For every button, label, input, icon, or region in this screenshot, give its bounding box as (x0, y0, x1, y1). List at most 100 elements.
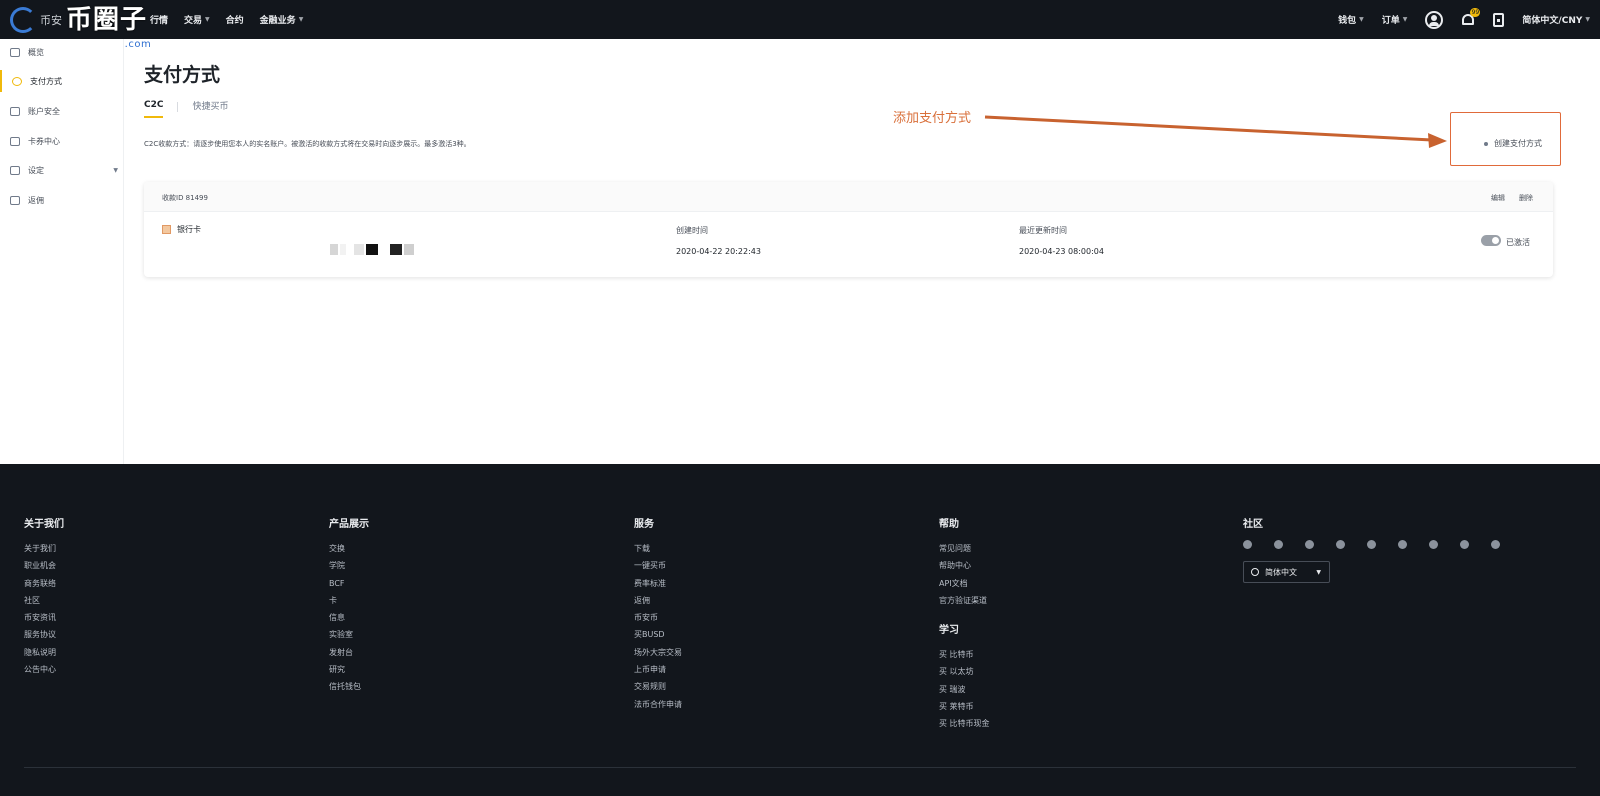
footer-link[interactable]: 买 比特币现金 (939, 715, 990, 732)
chevron-down-icon: ▼ (113, 166, 118, 174)
footer-link[interactable]: 信息 (329, 609, 369, 626)
create-payment-method-button[interactable]: 创建支付方式 (1484, 138, 1542, 149)
sidebar-item-referral[interactable]: 返佣 (0, 189, 124, 211)
footer-link[interactable]: 学院 (329, 557, 369, 574)
instagram-icon[interactable] (1398, 540, 1407, 549)
nav-language-currency[interactable]: 简体中文/CNY ▼ (1522, 13, 1590, 26)
nav-orders[interactable]: 订单 ▼ (1382, 13, 1408, 26)
footer-link[interactable]: 买 以太坊 (939, 663, 990, 680)
footer-products: 产品展示 交换 学院 BCF 卡 信息 实验室 发射台 研究 信托钱包 (329, 515, 369, 696)
nav-wallet[interactable]: 钱包 ▼ (1338, 13, 1364, 26)
tab-divider (177, 101, 179, 112)
chevron-down-icon: ▼ (1359, 16, 1364, 23)
weibo-icon[interactable] (1367, 540, 1376, 549)
footer-link[interactable]: 交易规则 (634, 678, 682, 695)
footer-link[interactable]: 研究 (329, 661, 369, 678)
footer-heading-learn: 学习 (939, 625, 959, 637)
footer-link[interactable]: 买 瑞波 (939, 681, 990, 698)
footer-link[interactable]: 帮助中心 (939, 557, 990, 574)
activation-status: 已激活 (1506, 238, 1530, 247)
footer-link[interactable]: 实验室 (329, 626, 369, 643)
footer-link[interactable]: 隐私说明 (24, 644, 64, 661)
activation-toggle[interactable] (1481, 235, 1501, 246)
footer-link[interactable]: 官方验证渠道 (939, 592, 990, 609)
nav-futures[interactable]: 合约 (226, 13, 244, 26)
footer-heading: 帮助 (939, 519, 959, 530)
footer-link[interactable]: 关于我们 (24, 540, 64, 557)
footer-link[interactable]: BCF (329, 575, 369, 592)
logo-watermark-text: 币圈子 (66, 5, 148, 35)
footer-link[interactable]: 商务联络 (24, 575, 64, 592)
footer-link[interactable]: 下载 (634, 540, 682, 557)
tab-quick-buy[interactable]: 快捷买币 (192, 99, 228, 118)
globe-icon (1251, 568, 1259, 576)
logo[interactable]: 币安 币圈子 (10, 2, 147, 38)
plus-icon (1484, 141, 1488, 146)
nav-orders-label: 订单 (1381, 16, 1400, 26)
chevron-down-icon: ▼ (298, 16, 304, 23)
footer-link[interactable]: 卡 (329, 592, 369, 609)
edit-button[interactable]: 编辑 (1491, 193, 1505, 203)
sidebar-item-settings[interactable]: 设定 ▼ (0, 159, 124, 181)
nav-market[interactable]: 行情 (150, 13, 168, 26)
chevron-down-icon: ▼ (1585, 16, 1590, 23)
language-label: 简体中文 (1265, 567, 1297, 577)
card-header: 收款ID 81499 编辑 删除 (144, 182, 1553, 212)
payment-method-card: 收款ID 81499 编辑 删除 银行卡 创建时间 2020-04-22 20:… (144, 182, 1553, 277)
footer-link[interactable]: 买 莱特币 (939, 698, 990, 715)
sidebar-item-payment[interactable]: 支付方式 (0, 70, 124, 92)
footer-link[interactable]: 公告中心 (24, 661, 64, 678)
footer-heading: 服务 (634, 519, 654, 530)
nav-trade[interactable]: 交易 ▼ (184, 13, 210, 26)
footer-link[interactable]: 法币合作申请 (634, 696, 682, 713)
footer-link[interactable]: 社区 (24, 592, 64, 609)
footer-link[interactable]: 服务协议 (24, 626, 64, 643)
tab-c2c[interactable]: C2C (144, 100, 164, 118)
footer-link[interactable]: 币安资讯 (24, 609, 64, 626)
footer-link[interactable]: API文档 (939, 575, 990, 592)
footer-link[interactable]: 费率标准 (634, 575, 682, 592)
youtube-icon[interactable] (1491, 540, 1500, 549)
telegram-icon[interactable] (1243, 540, 1252, 549)
chevron-down-icon: ▼ (1316, 568, 1321, 576)
download-app-icon[interactable] (1493, 12, 1505, 27)
payment-method-label: 银行卡 (177, 225, 201, 234)
sidebar-item-overview[interactable]: 概览 (0, 41, 124, 63)
bell-icon[interactable]: 99 (1461, 7, 1481, 28)
footer-link[interactable]: 信托钱包 (329, 678, 369, 695)
masked-block (366, 244, 378, 255)
facebook-icon[interactable] (1274, 540, 1283, 549)
footer-link[interactable]: 买 比特币 (939, 646, 990, 663)
sidebar: 概览 支付方式 账户安全 卡券中心 设定 ▼ 返佣 (0, 39, 124, 464)
footer-community: 社区 简体中文 ▼ (1243, 515, 1522, 583)
create-payment-method-label: 创建支付方式 (1494, 139, 1542, 148)
footer-link[interactable]: 交换 (329, 540, 369, 557)
reddit-icon[interactable] (1336, 540, 1345, 549)
payment-icon (12, 76, 22, 86)
annotation-label: 添加支付方式 (893, 111, 972, 126)
footer-link[interactable]: 职业机会 (24, 557, 64, 574)
footer-link[interactable]: 买BUSD (634, 626, 682, 643)
nav-finance[interactable]: 金融业务 ▼ (260, 13, 304, 26)
footer-link[interactable]: 返佣 (634, 592, 682, 609)
footer-link[interactable]: 币安币 (634, 609, 682, 626)
footer-link[interactable]: 一键买币 (634, 557, 682, 574)
language-selector[interactable]: 简体中文 ▼ (1243, 561, 1330, 583)
updated-time-label: 最近更新时间 (1019, 226, 1067, 235)
masked-block (390, 244, 402, 255)
delete-button[interactable]: 删除 (1519, 193, 1533, 203)
sidebar-item-coupons[interactable]: 卡券中心 (0, 130, 124, 152)
footer-link[interactable]: 常见问题 (939, 540, 990, 557)
footer-link[interactable]: 上币申请 (634, 661, 682, 678)
masked-block (340, 244, 346, 255)
footer-link[interactable]: 场外大宗交易 (634, 644, 682, 661)
masked-account-info (330, 244, 416, 255)
coinmarketcap-icon[interactable] (1429, 540, 1438, 549)
user-icon[interactable] (1425, 10, 1444, 29)
twitter-icon[interactable] (1305, 540, 1314, 549)
vk-icon[interactable] (1460, 540, 1469, 549)
payment-id: 收款ID 81499 (162, 194, 208, 202)
footer-link[interactable]: 发射台 (329, 644, 369, 661)
footer-heading: 关于我们 (24, 519, 64, 530)
sidebar-item-security[interactable]: 账户安全 (0, 100, 124, 122)
